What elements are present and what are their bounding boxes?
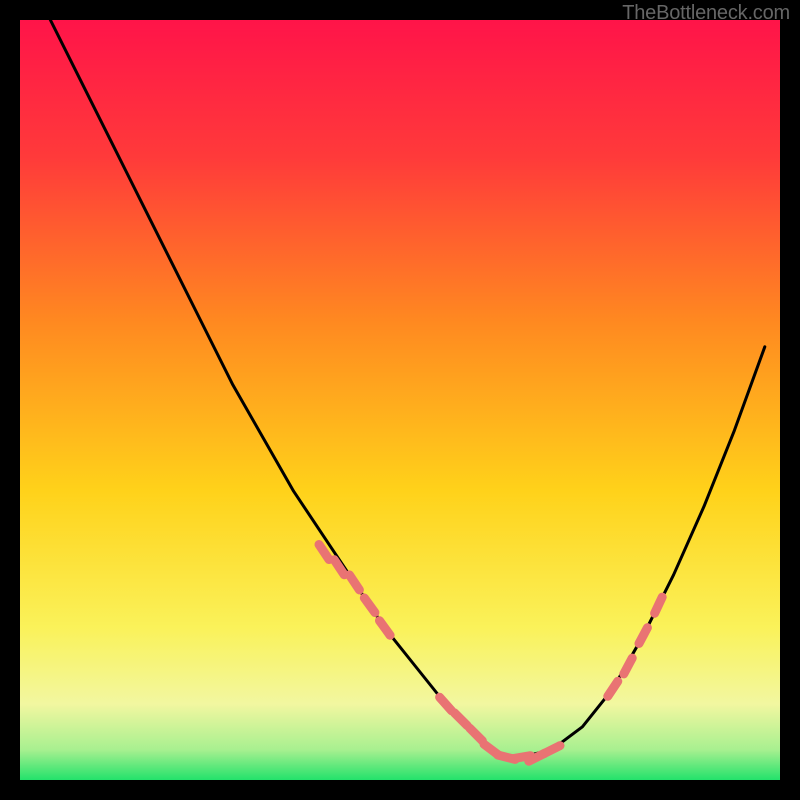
gradient-background: [20, 20, 780, 780]
attribution-text: TheBottleneck.com: [622, 2, 790, 25]
chart-frame: [20, 20, 780, 780]
chart-svg: [20, 20, 780, 780]
